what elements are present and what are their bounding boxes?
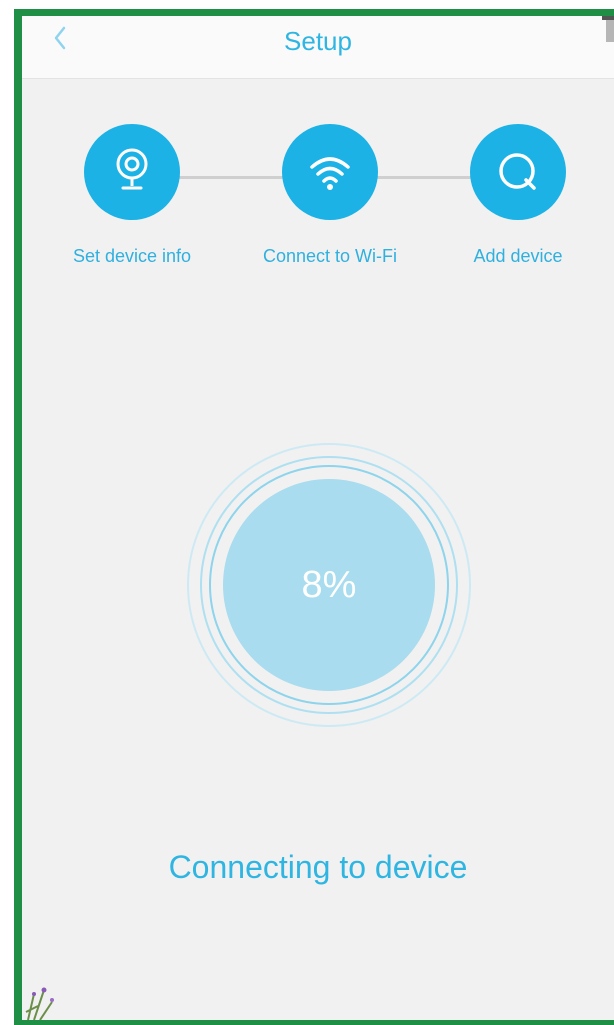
step-circle: [84, 124, 180, 220]
wifi-icon: [310, 157, 350, 190]
step-circle: [470, 124, 566, 220]
step-circle: [282, 124, 378, 220]
step-label: Connect to Wi-Fi: [262, 246, 398, 266]
plant-decoration: [25, 987, 54, 1020]
setup-steps: Set device info Connect to Wi-Fi Add dev…: [22, 124, 614, 294]
step-connect-wifi: Connect to Wi-Fi: [245, 124, 415, 267]
app-screen: Setup Set device info Connect to Wi-Fi A…: [14, 9, 614, 1025]
step-set-device-info: Set device info: [47, 124, 217, 267]
step-label: Set device info: [72, 246, 192, 266]
step-label: Add device: [473, 246, 563, 266]
progress-percent: 8%: [301, 563, 357, 606]
search-icon: [499, 153, 536, 190]
corner-mark: [602, 16, 614, 42]
camera-icon: [116, 148, 148, 190]
status-text: Connecting to device: [168, 849, 468, 885]
step-add-device: Add device: [433, 124, 603, 267]
progress-indicator: 8%: [184, 440, 474, 730]
page-title: Setup: [284, 26, 352, 56]
header-bar: Setup: [22, 16, 614, 79]
